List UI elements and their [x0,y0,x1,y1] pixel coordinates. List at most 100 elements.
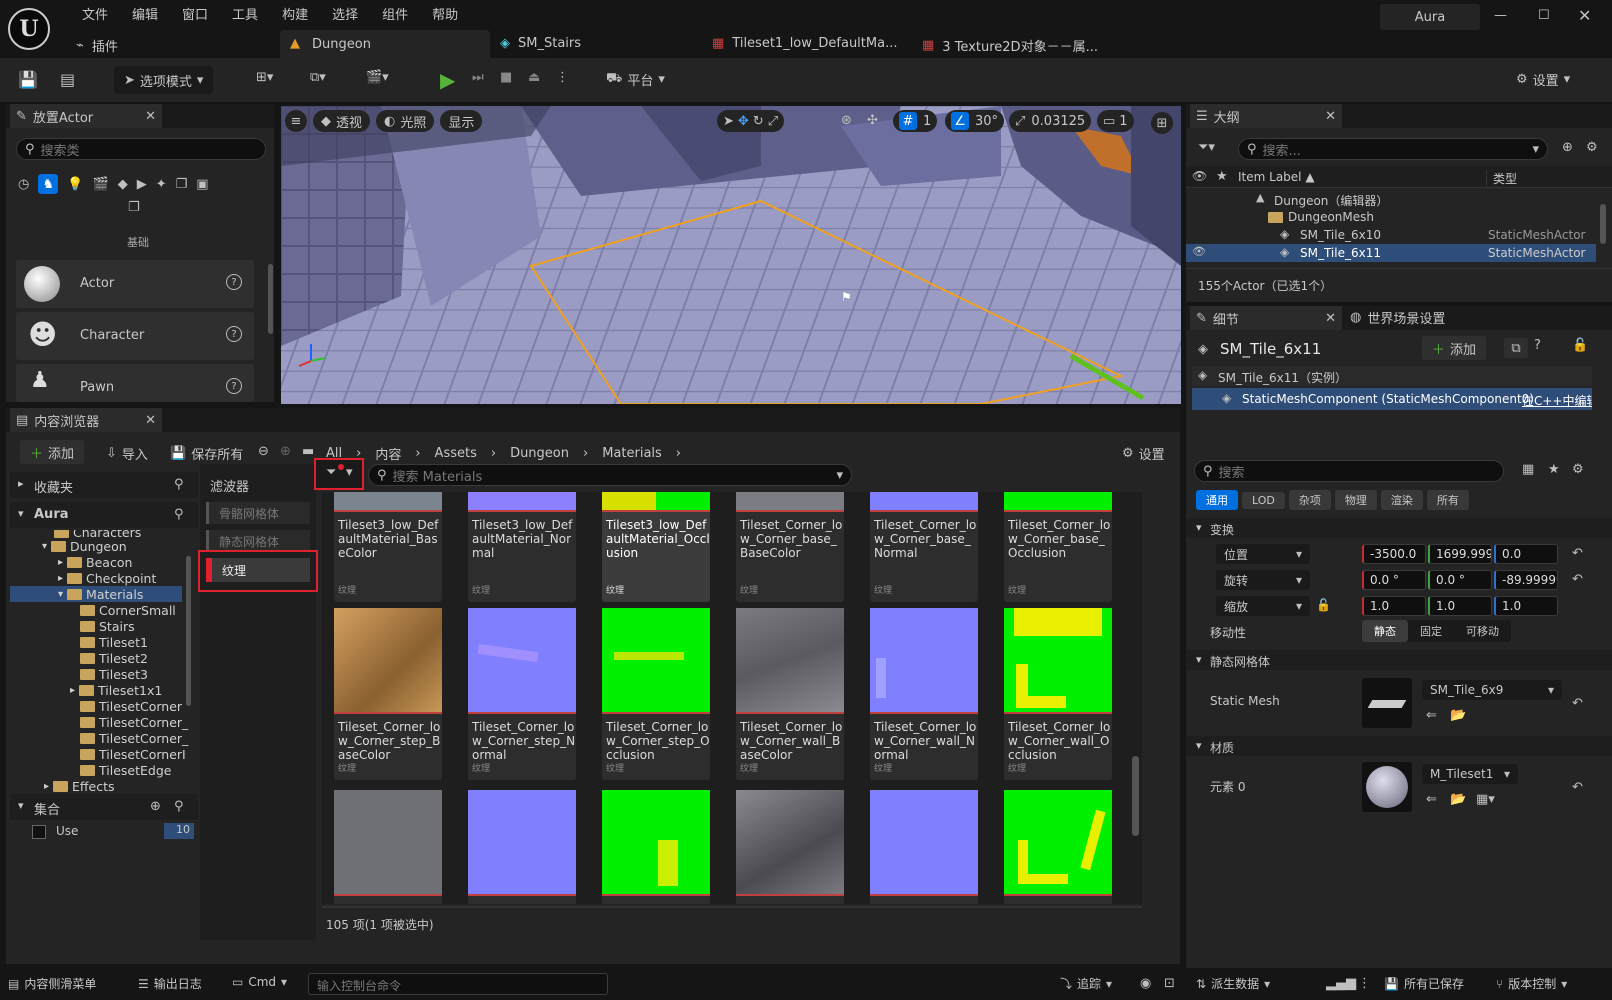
tree-item[interactable]: TilesetCornerI [10,746,186,762]
search-icon[interactable]: ⚲ [174,477,184,492]
settings-button[interactable]: ⚙ 设置 ▾ [1516,70,1570,89]
static-mesh-dropdown[interactable]: SM_Tile_6x9 ▾ [1422,680,1562,700]
asset-tile[interactable]: Tileset_Corner_low_Corner_step_Occlusion… [602,608,710,780]
tab-texture-props[interactable]: ▦ 3 Texture2D对象－－属... [922,36,1098,55]
reset-arrow-icon[interactable]: ↶ [1572,546,1583,561]
tree-item[interactable]: ▸ Checkpoint [10,570,156,586]
actor-item-character[interactable]: ☻ Character ? [16,312,254,360]
collections-header[interactable]: ▾ 集合 ⊕ ⚲ [10,794,198,820]
rotation-dropdown[interactable]: 旋转 ▾ [1216,570,1310,590]
level-viewport[interactable]: ⚑ ≡ ◆ 透视 ◐ 光照 显示 ➤ ✥ ↻ ⤢ ⊛ ✣ #1 ∠ 30° ⤢ 0.03… [281,106,1181,404]
asset-tile[interactable]: Tileset3_low_DefaultMaterial_Normal 纹理 [468,492,576,602]
asset-tile[interactable] [602,790,710,904]
record-icon[interactable]: ◉ [1140,976,1151,991]
tab-sm-stairs[interactable]: ◈ SM_Stairs [500,36,581,51]
trace-button[interactable]: ⤵ 追踪 ▾ [1060,975,1112,992]
angle-snap[interactable]: ∠ 30° [945,110,1005,132]
visibility-icon[interactable]: 👁 [1192,245,1206,258]
gear-icon[interactable]: ⚙ [1586,140,1598,155]
browse-folder-icon[interactable]: 📂 [1450,708,1466,723]
add-collection-icon[interactable]: ⊕ [150,799,161,814]
edit-in-cpp-link[interactable]: 在C++中编辑 [1522,392,1592,409]
blueprint-icon[interactable]: ⧉▾ [310,70,326,85]
import-button[interactable]: ⇩ 导入 [106,444,148,463]
geometry-icon[interactable]: ▶ [137,177,147,192]
search-icon[interactable]: ⚲ [174,799,184,814]
more-options-icon[interactable]: ⋮ [556,70,569,85]
shapes-icon[interactable]: ▣ [196,177,208,192]
menu-select[interactable]: 选择 [320,4,370,23]
menu-edit[interactable]: 编辑 [120,4,170,23]
add-component-button[interactable]: ＋添加 [1422,336,1487,360]
viewport-menu-icon[interactable]: ≡ [285,110,307,132]
static-mesh-thumbnail[interactable] [1362,678,1412,728]
mobility-movable[interactable]: 可移动 [1454,620,1511,642]
tab-dungeon[interactable]: ▲ Dungeon [280,30,490,58]
help-icon[interactable]: ? [1534,338,1541,353]
recent-icon[interactable]: ◷ [18,177,29,192]
menu-tools[interactable]: 工具 [220,4,270,23]
asset-tile[interactable]: Tileset_Corner_low_Corner_step_BaseColor… [334,608,442,780]
actor-item-pawn[interactable]: ♟ Pawn ? [16,364,254,402]
lock-icon[interactable]: 🔓 [1572,338,1588,353]
checker-options-icon[interactable]: ▦▾ [1476,792,1495,807]
move-icon[interactable]: ✥ [738,114,749,129]
collection-checkbox[interactable] [32,825,46,839]
asset-tile[interactable]: Tileset_Corner_low_Corner_base_BaseColor… [736,492,844,602]
unreal-logo-icon[interactable]: U [8,8,50,50]
add-content-icon[interactable]: ⊞▾ [256,70,273,85]
rotation-z-field[interactable]: -89.99999 [1494,570,1558,590]
output-log-button[interactable]: ☰ 输出日志 [138,975,202,992]
section-transform[interactable]: ▾ 变换 [1186,518,1612,538]
add-button[interactable]: ＋添加 [20,440,85,464]
help-icon[interactable]: ? [226,274,242,290]
material-thumbnail[interactable] [1362,762,1412,812]
scale-y-field[interactable]: 1.0 [1428,596,1492,616]
visual-effects-icon[interactable]: ◆ [118,177,128,192]
more-options-icon[interactable]: ⋮ [1358,976,1371,991]
breadcrumb-materials[interactable]: Materials [602,446,662,461]
basic-icon[interactable]: ♞ [38,174,59,194]
outliner-row[interactable]: ◈ SM_Tile_6x10 StaticMeshActor [1186,226,1612,244]
viewport-layout-icon[interactable]: ⊞ [1151,112,1173,134]
asset-tile[interactable]: Tileset_Corner_low_Corner_base_Occlusion… [1004,492,1112,602]
scale-x-field[interactable]: 1.0 [1362,596,1426,616]
outliner-tab[interactable]: ☰ 大纲 ✕ [1190,104,1342,128]
close-tab-icon[interactable]: ✕ [1325,109,1336,124]
help-icon[interactable]: ? [226,378,242,394]
mobility-stationary[interactable]: 固定 [1408,620,1454,642]
tab-tileset1[interactable]: ▦ Tileset1_low_DefaultMa... [712,36,897,51]
step-icon[interactable]: ⏭ [472,70,484,85]
select-icon[interactable]: ➤ [723,114,734,129]
gear-icon[interactable]: ⚙ [1572,462,1584,477]
menu-window[interactable]: 窗口 [170,4,220,23]
rotation-x-field[interactable]: 0.0 ° [1362,570,1426,590]
asset-tile[interactable]: Tileset_Corner_low_Corner_wall_BaseColor… [736,608,844,780]
content-icon[interactable]: ▤ [60,70,75,89]
volumes-icon[interactable]: ✦ [156,177,167,192]
outliner-row[interactable]: DungeonMesh [1186,208,1612,226]
outliner-search-input[interactable]: ⚲ 搜索... ▾ [1238,138,1548,160]
use-selected-icon[interactable]: ⇐ [1426,708,1437,723]
world-local-icon[interactable]: ⊛ [841,113,852,128]
root-header[interactable]: ▾ Aura ⚲ [10,502,198,528]
menu-components[interactable]: 组件 [370,4,420,23]
add-folder-icon[interactable]: ⊕ [1562,140,1573,155]
asset-tile[interactable] [468,790,576,904]
back-arrow-icon[interactable]: ⊖ [258,444,269,459]
reset-arrow-icon[interactable]: ↶ [1572,572,1583,587]
filter-lod[interactable]: LOD [1242,491,1285,509]
maximize-icon[interactable]: ☐ [1538,8,1550,23]
asset-tile[interactable] [1004,790,1112,904]
surface-snap-icon[interactable]: ✣ [867,113,878,128]
reset-arrow-icon[interactable]: ↶ [1572,696,1583,711]
close-tab-icon[interactable]: ✕ [145,413,156,428]
menu-build[interactable]: 构建 [270,4,320,23]
asset-tile[interactable]: Tileset_Corner_low_Corner_wall_Occlusion… [1004,608,1112,780]
extra-category-icon[interactable]: ❐ [128,200,140,215]
cb-settings-button[interactable]: ⚙ 设置 [1122,444,1165,463]
folder-tree-icon[interactable]: ▬ [302,444,314,459]
platform-button[interactable]: ⛟ 平台 ▾ [606,70,665,89]
visibility-icon[interactable]: 👁 [1192,169,1207,183]
filter-general[interactable]: 通用 [1196,490,1238,510]
